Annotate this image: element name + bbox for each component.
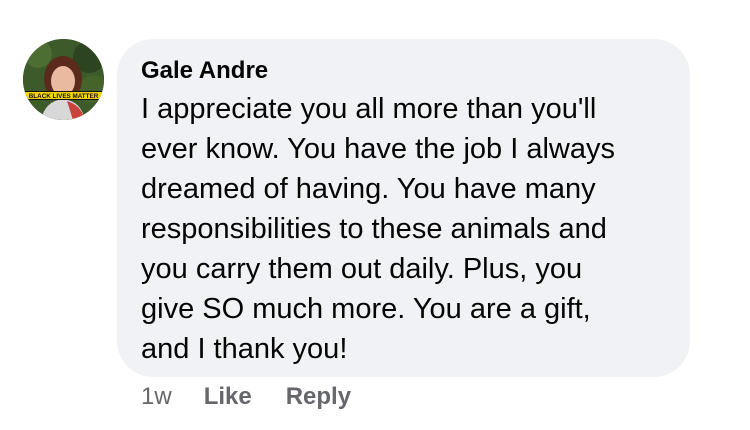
comment-line: give SO much more. You are a gift,	[141, 293, 591, 325]
comment-author[interactable]: Gale Andre	[141, 57, 666, 85]
comment-line: you carry them out daily. Plus, you	[141, 253, 583, 285]
avatar-badge-text: BLACK LIVES MATTER	[29, 93, 99, 100]
comment-timestamp[interactable]: 1w	[141, 383, 172, 411]
comment-text: I appreciate you all more than you'll ev…	[141, 89, 666, 369]
avatar-photo: BLACK LIVES MATTER	[23, 39, 104, 120]
comment-line: dreamed of having. You have many	[141, 173, 596, 205]
previous-comment-cutoff	[180, 0, 380, 14]
comment-line: and I thank you!	[141, 333, 348, 365]
comment-actions: 1w Like Reply	[141, 383, 385, 411]
comment-line: ever know. You have the job I always	[141, 133, 615, 165]
comment-line: responsibilities to these animals and	[141, 213, 607, 245]
comment-bubble: Gale Andre I appreciate you all more tha…	[117, 39, 690, 377]
like-button[interactable]: Like	[204, 383, 252, 411]
comment-line: I appreciate you all more than you'll	[141, 93, 597, 125]
avatar[interactable]: BLACK LIVES MATTER	[23, 39, 104, 120]
reply-button[interactable]: Reply	[286, 383, 351, 411]
